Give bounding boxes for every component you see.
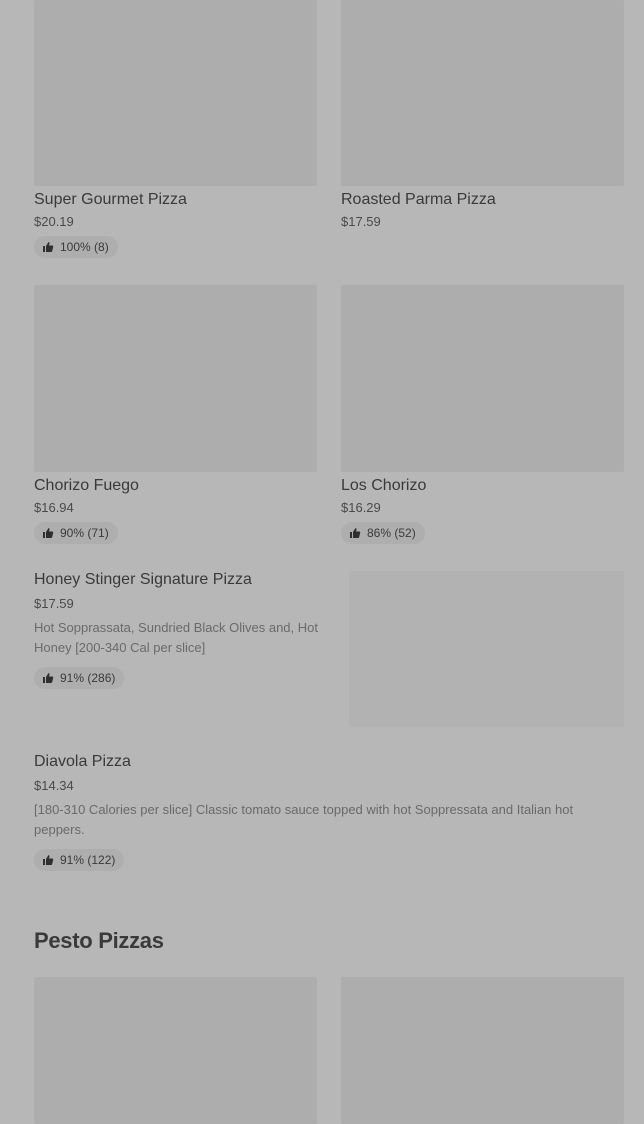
- menu-item-card-pesto-1[interactable]: [34, 977, 317, 1124]
- item-title: Diavola Pizza: [34, 753, 131, 770]
- rating-text: 100% (8): [60, 240, 109, 254]
- thumbs-up-icon: [42, 527, 54, 539]
- item-image: [34, 285, 317, 472]
- item-description: Hot Sopprassata, Sundried Black Olives a…: [34, 620, 318, 655]
- rating-text: 91% (122): [60, 853, 116, 867]
- rating-badge: 91% (286): [34, 667, 125, 689]
- item-image: [341, 285, 624, 472]
- thumbs-up-icon: [42, 672, 54, 684]
- item-price: $17.59: [341, 214, 381, 229]
- item-price: $20.19: [34, 214, 74, 229]
- item-description: [180-310 Calories per slice] Classic tom…: [34, 802, 574, 837]
- thumbs-up-icon: [349, 527, 361, 539]
- menu-item-honey-stinger[interactable]: Honey Stinger Signature Pizza $17.59 Hot…: [34, 570, 324, 689]
- rating-badge: 90% (71): [34, 522, 118, 544]
- menu-page: Super Gourmet Pizza $20.19 100% (8) Roas…: [0, 0, 644, 1124]
- item-image: [34, 977, 317, 1124]
- section-title-pesto-pizzas: Pesto Pizzas: [34, 928, 164, 953]
- item-price: $14.34: [34, 778, 74, 793]
- item-image: [341, 977, 624, 1124]
- item-price: $16.29: [341, 500, 381, 515]
- item-image-honey-stinger[interactable]: [349, 571, 624, 727]
- item-title: Honey Stinger Signature Pizza: [34, 571, 252, 588]
- item-price: $16.94: [34, 500, 74, 515]
- menu-item-diavola[interactable]: Diavola Pizza $14.34 [180-310 Calories p…: [34, 752, 624, 871]
- menu-item-card-los-chorizo[interactable]: Los Chorizo $16.29 86% (52): [341, 285, 624, 544]
- rating-badge: 91% (122): [34, 849, 125, 871]
- rating-badge: 100% (8): [34, 236, 118, 258]
- menu-item-card-super-gourmet[interactable]: Super Gourmet Pizza $20.19 100% (8): [34, 0, 317, 258]
- item-image: [34, 0, 317, 186]
- item-title: Roasted Parma Pizza: [341, 191, 496, 208]
- item-image: [341, 0, 624, 186]
- menu-item-card-chorizo-fuego[interactable]: Chorizo Fuego $16.94 90% (71): [34, 285, 317, 544]
- menu-item-card-roasted-parma[interactable]: Roasted Parma Pizza $17.59: [341, 0, 624, 231]
- item-title: Los Chorizo: [341, 477, 427, 494]
- menu-item-card-pesto-2[interactable]: [341, 977, 624, 1124]
- rating-text: 90% (71): [60, 526, 109, 540]
- thumbs-up-icon: [42, 241, 54, 253]
- thumbs-up-icon: [42, 854, 54, 866]
- rating-text: 91% (286): [60, 671, 116, 685]
- item-title: Super Gourmet Pizza: [34, 191, 187, 208]
- item-title: Chorizo Fuego: [34, 477, 139, 494]
- rating-text: 86% (52): [367, 526, 416, 540]
- item-price: $17.59: [34, 596, 74, 611]
- rating-badge: 86% (52): [341, 522, 425, 544]
